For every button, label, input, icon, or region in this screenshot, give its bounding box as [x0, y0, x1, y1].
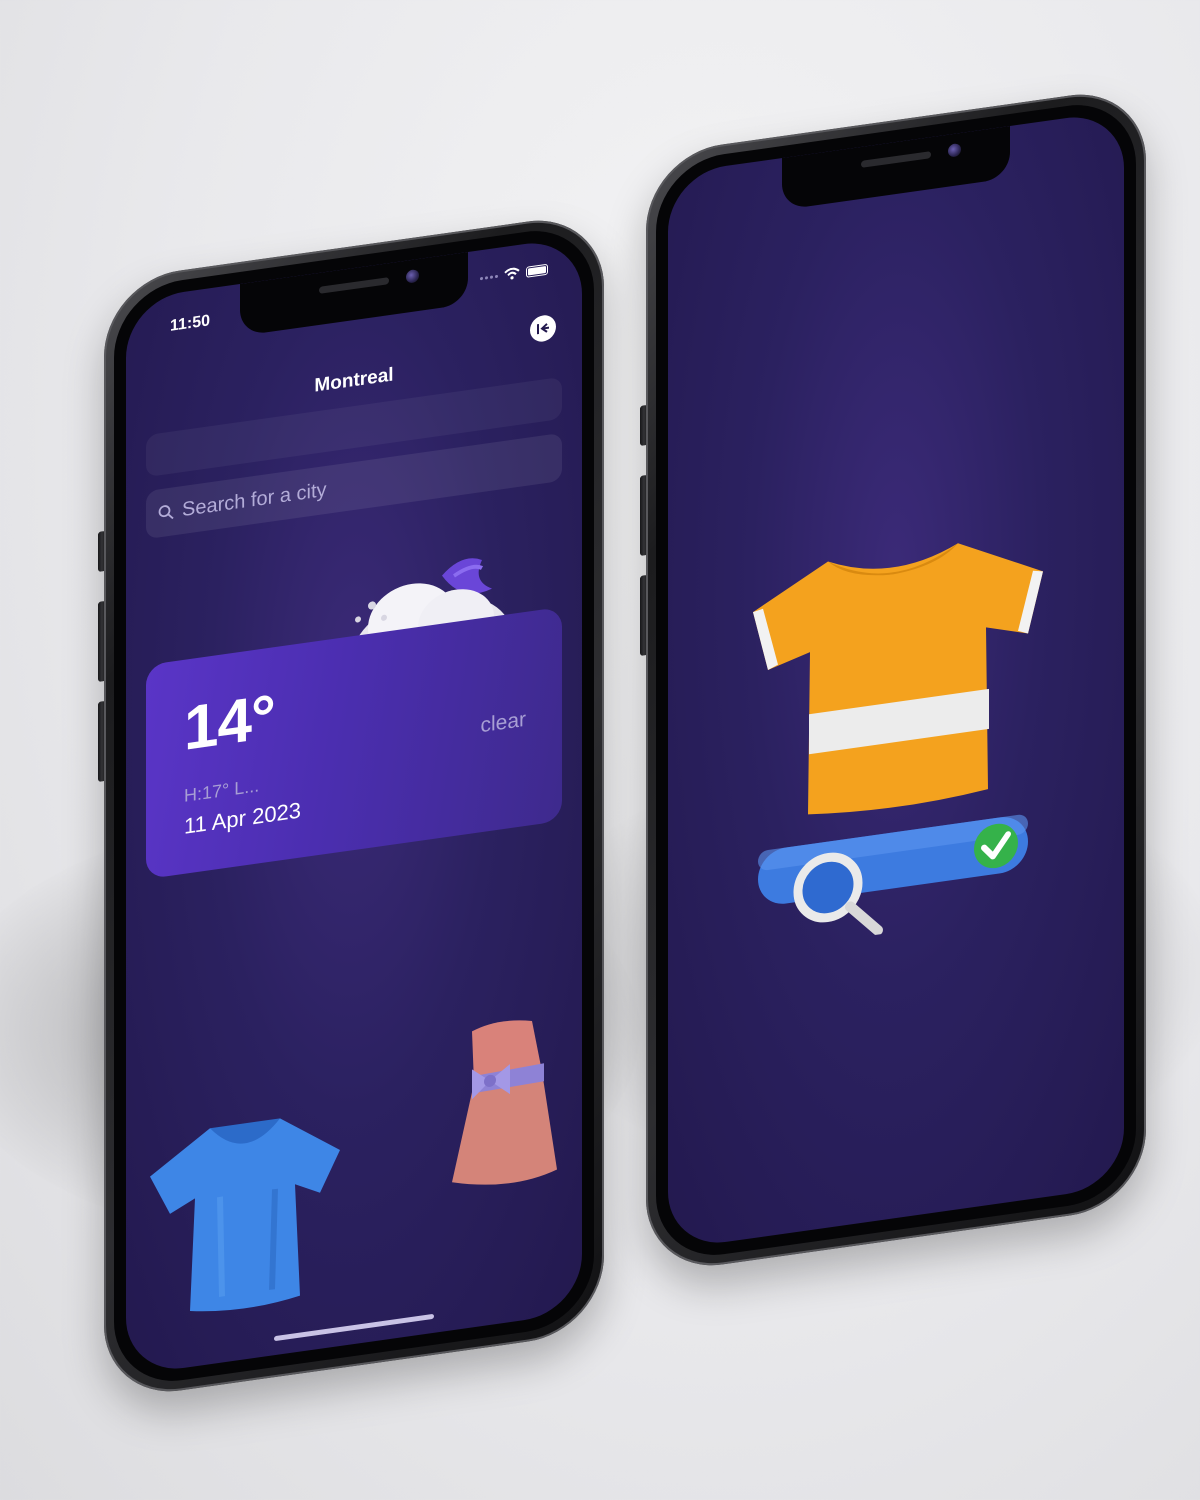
front-camera	[406, 268, 419, 284]
temperature: 14°	[184, 682, 275, 764]
phone-right	[640, 84, 1146, 1276]
speaker	[861, 151, 931, 168]
status-icons	[480, 263, 548, 285]
battery-icon	[526, 263, 548, 278]
wifi-icon	[504, 267, 520, 280]
condition: clear	[480, 707, 526, 738]
front-camera	[948, 142, 961, 158]
speaker	[319, 277, 389, 294]
collapse-left-icon[interactable]	[530, 313, 556, 344]
weather-app-screen: 11:50 Montreal Search for a city 14° H:1…	[126, 235, 582, 1377]
dress-icon[interactable]	[432, 1009, 562, 1197]
splash-screen	[668, 109, 1124, 1251]
tshirt-icon[interactable]	[140, 1089, 350, 1329]
high-low: H:17° L...	[184, 775, 260, 806]
current-weather-card[interactable]: 14° H:17° L... 11 Apr 2023 clear	[146, 606, 562, 880]
phone-left: 11:50 Montreal Search for a city 14° H:1…	[98, 210, 604, 1402]
search-icon	[158, 505, 174, 520]
tshirt-search-icon	[753, 543, 1043, 936]
status-time: 11:50	[170, 312, 211, 335]
search-placeholder: Search for a city	[182, 478, 327, 521]
signal-icon	[480, 274, 498, 280]
